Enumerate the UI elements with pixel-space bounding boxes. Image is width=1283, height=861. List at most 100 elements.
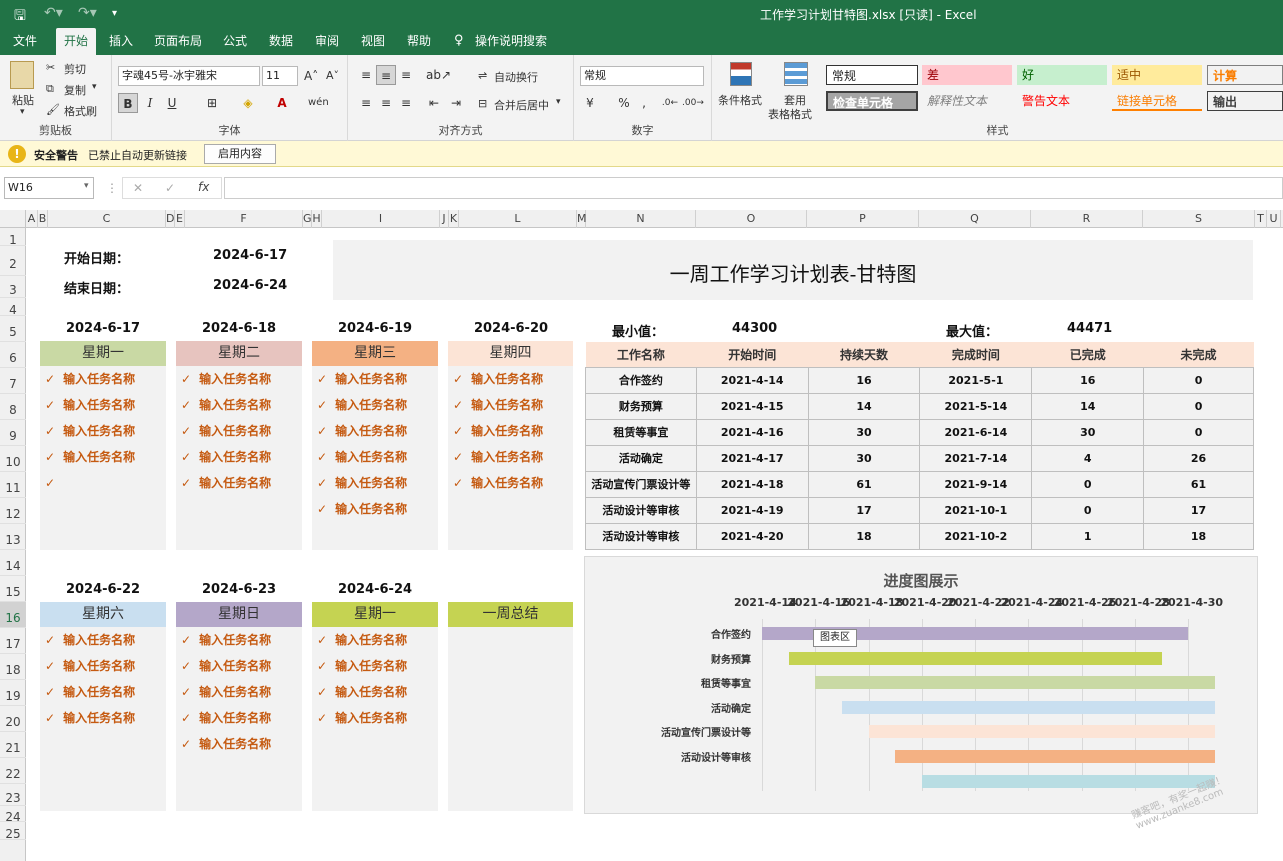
task-item[interactable]: ✓ 输入任务名称: [176, 731, 302, 757]
column-header-S[interactable]: S: [1143, 210, 1255, 228]
column-header-B[interactable]: B: [38, 210, 48, 228]
row-header-19[interactable]: 19: [0, 680, 26, 706]
wrap-text-button[interactable]: 自动换行: [494, 69, 538, 85]
conditional-format-icon[interactable]: [730, 62, 752, 86]
column-header-J[interactable]: J: [440, 210, 449, 228]
accounting-format-icon[interactable]: ¥: [580, 93, 600, 113]
cut-button[interactable]: 剪切: [64, 61, 86, 77]
column-header-D[interactable]: D: [166, 210, 175, 228]
task-item[interactable]: ✓ 输入任务名称: [312, 418, 438, 444]
customize-qat-icon[interactable]: ▾: [112, 8, 117, 19]
table-cell[interactable]: 0: [1143, 418, 1254, 446]
style-bad[interactable]: 差: [922, 65, 1012, 85]
tab-view[interactable]: 视图: [356, 28, 390, 55]
table-cell[interactable]: 17: [1143, 496, 1254, 524]
table-cell[interactable]: 18: [807, 522, 921, 550]
align-center-icon[interactable]: ≡: [376, 93, 396, 113]
style-explanatory[interactable]: 解释性文本: [922, 91, 1012, 111]
task-item[interactable]: ✓ 输入任务名称: [40, 653, 166, 679]
merge-center-icon[interactable]: ⊟: [478, 97, 487, 110]
align-right-icon[interactable]: ≡: [396, 93, 416, 113]
task-item[interactable]: ✓ 输入任务名称: [40, 705, 166, 731]
font-name-select[interactable]: 字魂45号-冰宇雅宋: [118, 66, 260, 86]
tab-formulas[interactable]: 公式: [218, 28, 252, 55]
tab-data[interactable]: 数据: [264, 28, 298, 55]
column-header-E[interactable]: E: [175, 210, 185, 228]
formula-input[interactable]: [224, 177, 1283, 199]
style-neutral[interactable]: 适中: [1112, 65, 1202, 85]
row-header-22[interactable]: 22: [0, 758, 26, 784]
task-item[interactable]: ✓ 输入任务名称: [176, 627, 302, 653]
column-header-R[interactable]: R: [1031, 210, 1143, 228]
top-date-3[interactable]: 2024-6-20: [448, 321, 574, 336]
task-item[interactable]: ✓ 输入任务名称: [40, 679, 166, 705]
row-header-14[interactable]: 14: [0, 550, 26, 576]
task-item[interactable]: ✓ 输入任务名称: [176, 470, 302, 496]
italic-button[interactable]: I: [140, 93, 160, 113]
select-all-corner[interactable]: [0, 210, 26, 228]
top-day-header-1[interactable]: 星期二: [176, 341, 302, 366]
style-output[interactable]: 输出: [1207, 91, 1283, 111]
column-header-Q[interactable]: Q: [919, 210, 1031, 228]
table-cell[interactable]: 2021-4-15: [695, 392, 809, 420]
align-bottom-icon[interactable]: ≡: [396, 65, 416, 85]
increase-indent-icon[interactable]: ⇥: [446, 93, 466, 113]
table-cell[interactable]: 14: [1031, 392, 1145, 420]
top-day-header-0[interactable]: 星期一: [40, 341, 166, 366]
task-item[interactable]: ✓ 输入任务名称: [176, 444, 302, 470]
table-cell[interactable]: 2021-5-1: [919, 366, 1033, 394]
table-cell[interactable]: 财务预算: [585, 392, 697, 420]
column-header-N[interactable]: N: [586, 210, 696, 228]
row-header-18[interactable]: 18: [0, 654, 26, 680]
tab-home[interactable]: 开始: [56, 28, 96, 55]
row-header-6[interactable]: 6: [0, 342, 26, 368]
task-item[interactable]: ✓ 输入任务名称: [312, 392, 438, 418]
column-header-L[interactable]: L: [459, 210, 577, 228]
top-date-2[interactable]: 2024-6-19: [312, 321, 438, 336]
cancel-icon[interactable]: ✕: [133, 181, 143, 195]
table-cell[interactable]: 30: [807, 418, 921, 446]
column-header-U[interactable]: U: [1267, 210, 1281, 228]
top-day-header-3[interactable]: 星期四: [448, 341, 573, 366]
column-header-P[interactable]: P: [807, 210, 919, 228]
table-cell[interactable]: 61: [807, 470, 921, 498]
row-header-5[interactable]: 5: [0, 316, 26, 342]
align-middle-icon[interactable]: ≡: [376, 65, 396, 85]
task-item[interactable]: ✓ 输入任务名称: [312, 470, 438, 496]
name-box[interactable]: W16: [4, 177, 94, 199]
table-cell[interactable]: 2021-5-14: [919, 392, 1033, 420]
task-item[interactable]: ✓ 输入任务名称: [448, 366, 573, 392]
column-header-G[interactable]: G: [303, 210, 312, 228]
table-header[interactable]: 已完成: [1031, 342, 1144, 367]
save-icon[interactable]: 🖫: [14, 5, 26, 29]
increase-decimal-icon[interactable]: .0←: [660, 93, 680, 113]
column-header-T[interactable]: T: [1255, 210, 1267, 228]
table-cell[interactable]: 活动设计等审核: [585, 522, 697, 550]
gantt-bar[interactable]: [841, 700, 1215, 714]
row-header-23[interactable]: 23: [0, 784, 26, 806]
tab-file[interactable]: 文件: [6, 28, 44, 55]
end-date-value[interactable]: 2024-6-24: [213, 278, 287, 293]
table-cell[interactable]: 1: [1031, 522, 1145, 550]
task-item[interactable]: ✓ 输入任务名称: [312, 679, 438, 705]
enter-icon[interactable]: ✓: [165, 181, 175, 195]
task-item[interactable]: ✓ 输入任务名称: [40, 418, 166, 444]
task-item[interactable]: ✓: [40, 470, 166, 496]
table-cell[interactable]: 活动确定: [585, 444, 697, 472]
bottom-date-2[interactable]: 2024-6-24: [312, 582, 438, 597]
row-header-24[interactable]: 24: [0, 806, 26, 824]
row-header-7[interactable]: 7: [0, 368, 26, 394]
font-color-icon[interactable]: A: [272, 93, 292, 113]
merge-dropdown-icon[interactable]: ▾: [556, 97, 561, 107]
row-header-13[interactable]: 13: [0, 524, 26, 550]
table-cell[interactable]: 2021-4-20: [695, 522, 809, 550]
task-item[interactable]: ✓ 输入任务名称: [40, 627, 166, 653]
table-cell[interactable]: 2021-4-14: [695, 366, 809, 394]
style-warning-text[interactable]: 警告文本: [1017, 91, 1107, 111]
copy-button[interactable]: 复制: [64, 82, 86, 98]
style-normal[interactable]: 常规: [826, 65, 918, 85]
gantt-chart[interactable]: 进度图展示 2021-4-14 2021-4-16 2021-4-18 2021-4-…: [584, 556, 1258, 814]
table-cell[interactable]: 14: [807, 392, 921, 420]
table-cell[interactable]: 2021-4-16: [695, 418, 809, 446]
bottom-date-1[interactable]: 2024-6-23: [176, 582, 302, 597]
